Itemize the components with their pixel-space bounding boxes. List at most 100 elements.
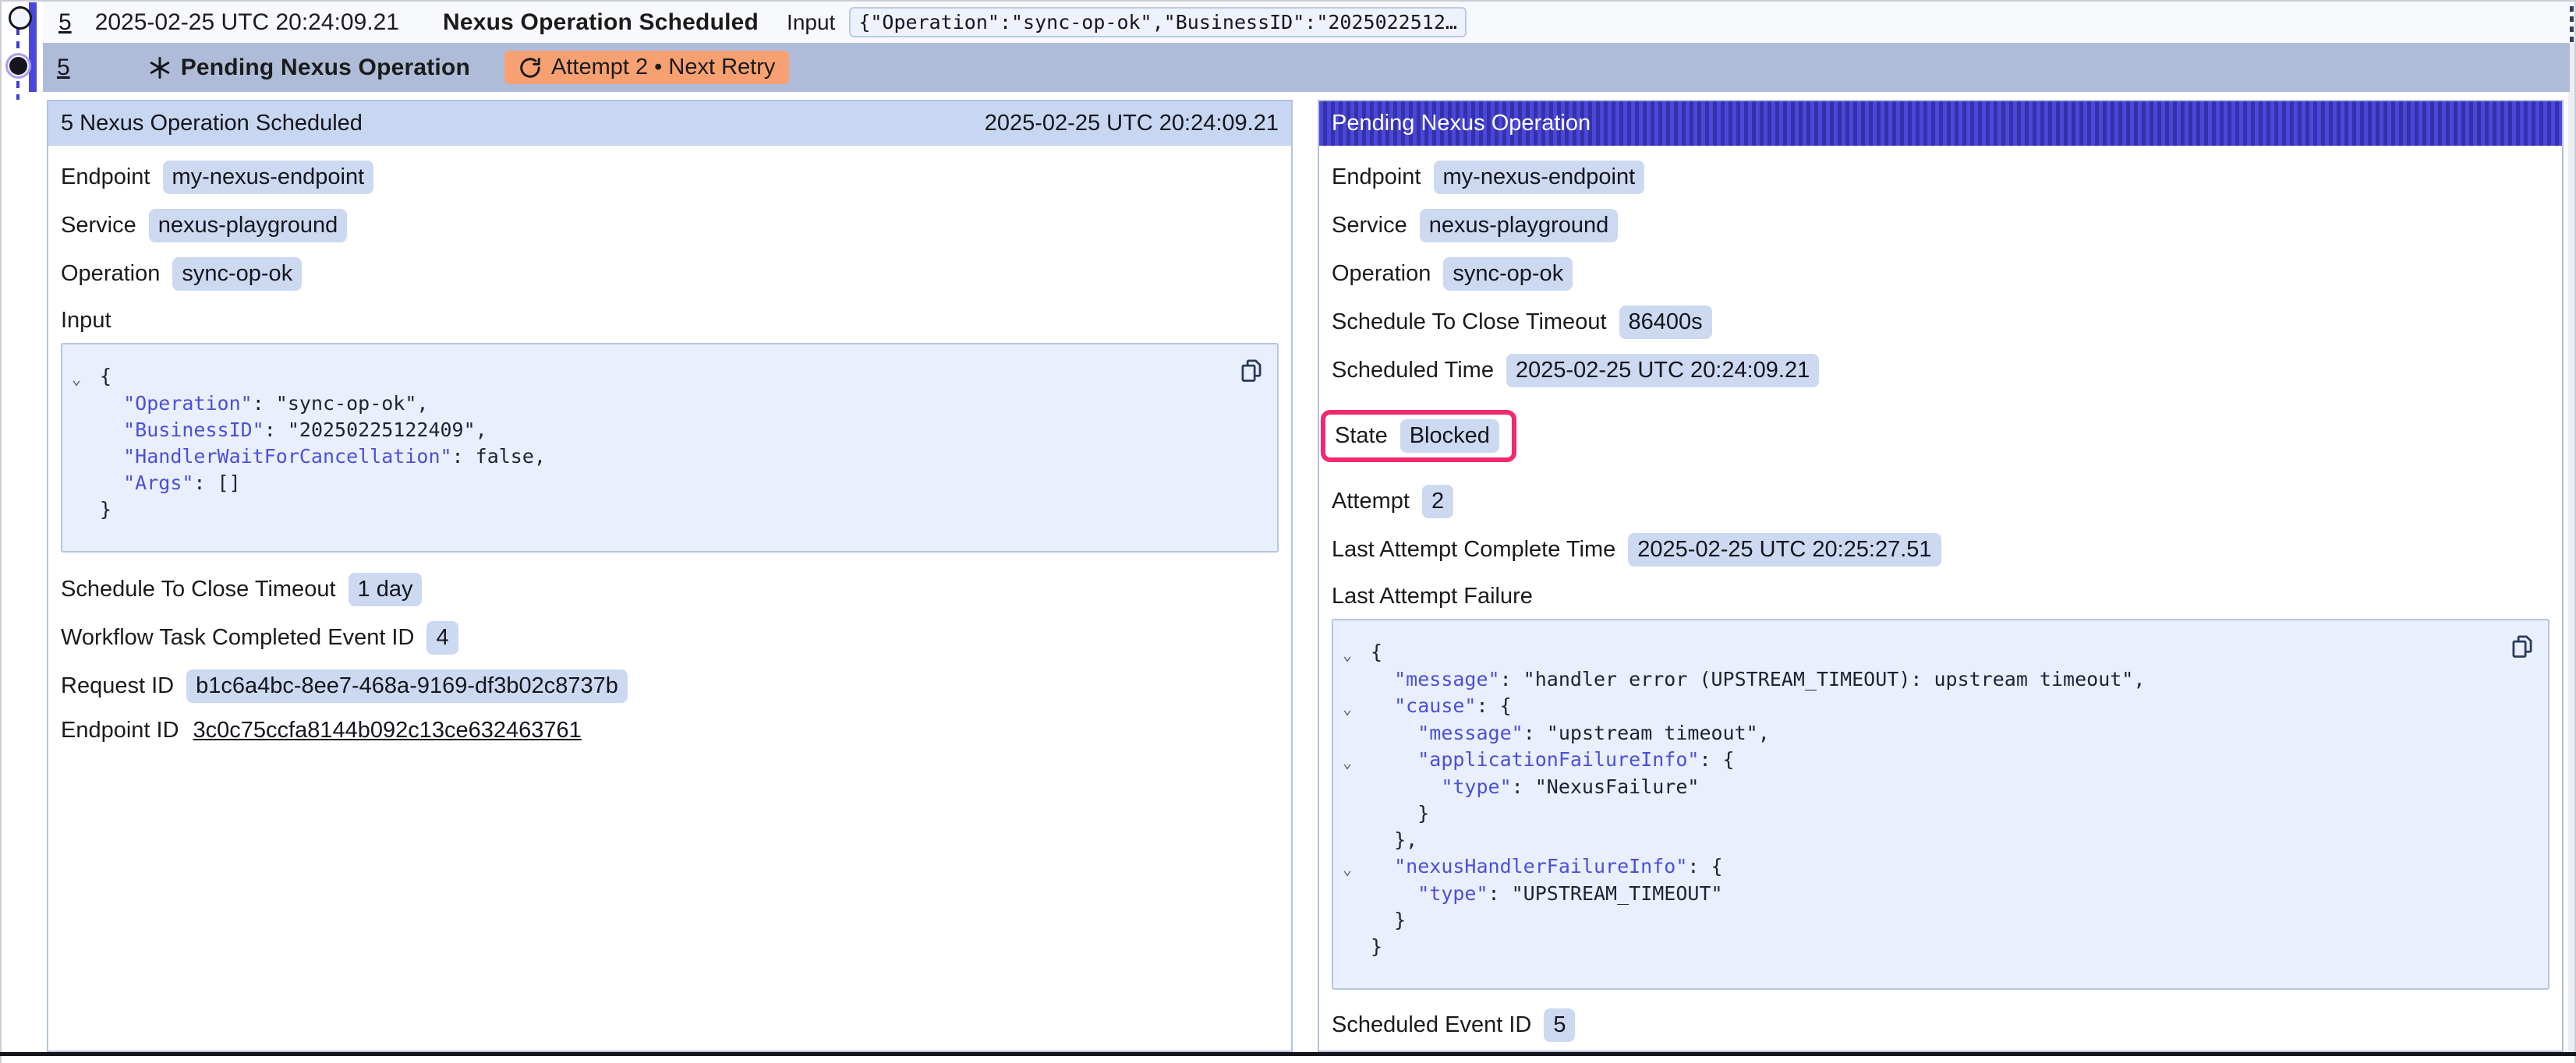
field-scheduled-time: Scheduled Time 2025-02-25 UTC 20:24:09.2… (1332, 354, 2562, 387)
event-input-preview-chip[interactable]: {"Operation":"sync-op-ok","BusinessID":"… (849, 7, 1467, 37)
json-text (1371, 668, 1394, 690)
json-text: } (1371, 909, 1406, 931)
event-id-link[interactable]: 5 (58, 9, 72, 36)
json-text: } (100, 498, 111, 521)
json-key: "Args" (123, 471, 193, 494)
field-label: Endpoint (61, 164, 150, 190)
json-text (100, 445, 123, 468)
attempt-retry-badge: Attempt 2 • Next Retry (504, 51, 789, 84)
json-line: } (1343, 934, 2532, 960)
field-schedule-to-close-timeout: Schedule To Close Timeout 86400s (1332, 305, 2562, 339)
field-scheduled-event-id: Scheduled Event ID 5 (1332, 1008, 2562, 1042)
json-value: : [] (193, 471, 240, 494)
json-line: "type": "NexusFailure" (1343, 774, 2532, 800)
json-line: } (1343, 800, 2532, 827)
field-value-badge: 4 (426, 621, 458, 655)
event-row-nexus-operation-scheduled[interactable]: 5 2025-02-25 UTC 20:24:09.21 Nexus Opera… (43, 2, 2570, 43)
json-value: : "UPSTREAM_TIMEOUT" (1488, 882, 1723, 905)
scheduled-event-detail-panel: 5 Nexus Operation Scheduled 2025-02-25 U… (47, 100, 1293, 1052)
json-text (1371, 855, 1394, 878)
json-key: "cause" (1394, 694, 1476, 717)
json-text (1371, 882, 1417, 905)
json-line: ⌄{ (72, 363, 1261, 390)
collapse-chevron-icon[interactable]: ⌄ (72, 366, 100, 392)
json-text: } (1371, 935, 1382, 958)
collapse-chevron-icon[interactable]: ⌄ (1343, 641, 1371, 668)
json-text (1371, 748, 1417, 771)
scheduled-panel-header: 5 Nexus Operation Scheduled 2025-02-25 U… (48, 101, 1291, 146)
pending-event-title: Pending Nexus Operation (181, 55, 470, 81)
json-value: : "upstream timeout", (1523, 722, 1770, 744)
scrollbar-thumb[interactable] (2570, 6, 2574, 45)
input-json-viewer: ⌄{ "Operation": "sync-op-ok", "BusinessI… (61, 343, 1279, 553)
json-line: "HandlerWaitForCancellation": false, (72, 443, 1261, 470)
json-key: "type" (1417, 882, 1488, 905)
json-text (100, 471, 123, 494)
field-label: Last Attempt Complete Time (1332, 537, 1615, 563)
json-value: : "20250225122409", (264, 418, 487, 441)
field-value-badge: 5 (1544, 1008, 1575, 1042)
json-line: ⌄ "cause": { (1343, 693, 2532, 720)
copy-icon[interactable] (1238, 357, 1265, 385)
event-row-pending-nexus-operation[interactable]: 5 Pending Nexus Operation Attempt 2 • Ne… (43, 43, 2570, 92)
json-value: : { (1687, 855, 1722, 878)
field-label: Service (1332, 213, 1407, 238)
field-value-badge: 2025-02-25 UTC 20:25:27.51 (1628, 533, 1941, 567)
field-label: Operation (1332, 261, 1431, 287)
field-label: Schedule To Close Timeout (1332, 309, 1607, 335)
window-left-border (0, 0, 2, 1063)
collapse-chevron-icon[interactable]: ⌄ (1343, 749, 1371, 775)
field-label: Endpoint ID (61, 718, 179, 743)
json-value: : "handler error (UPSTREAM_TIMEOUT): ups… (1500, 668, 2146, 690)
scrollbar-track[interactable] (2568, 43, 2574, 1052)
json-line: "type": "UPSTREAM_TIMEOUT" (1343, 881, 2532, 907)
field-operation: Operation sync-op-ok (61, 257, 1291, 291)
field-service: Service nexus-playground (61, 209, 1291, 242)
field-operation: Operation sync-op-ok (1332, 257, 2562, 291)
pending-operation-detail-panel: Pending Nexus Operation Endpoint my-nexu… (1318, 100, 2564, 1052)
json-line: } (72, 496, 1261, 523)
field-label: Endpoint (1332, 164, 1421, 190)
field-label: Operation (61, 261, 160, 287)
json-text: }, (1371, 828, 1417, 851)
json-text (1371, 775, 1441, 798)
collapse-chevron-icon[interactable]: ⌄ (1343, 856, 1371, 882)
pending-operation-asterisk-icon (148, 56, 172, 79)
json-value: : false, (452, 445, 546, 468)
json-key: "Operation" (123, 392, 253, 415)
field-endpoint: Endpoint my-nexus-endpoint (1332, 161, 2562, 194)
field-label: Attempt (1332, 489, 1410, 514)
json-key: "message" (1394, 668, 1499, 690)
collapse-chevron-icon[interactable]: ⌄ (1343, 695, 1371, 722)
json-value: : { (1699, 748, 1734, 771)
copy-icon[interactable] (2509, 633, 2535, 661)
json-text (100, 418, 123, 441)
failure-json-viewer: ⌄{ "message": "handler error (UPSTREAM_T… (1332, 619, 2549, 990)
scheduled-panel-title: 5 Nexus Operation Scheduled (61, 111, 363, 136)
endpoint-id-link[interactable]: 3c0c75ccfa8144b092c13ce632463761 (193, 718, 582, 743)
json-line: ⌄{ (1343, 639, 2532, 666)
attempt-retry-label: Attempt 2 • Next Retry (551, 55, 775, 80)
field-workflow-task-completed-event-id: Workflow Task Completed Event ID 4 (61, 621, 1291, 655)
json-key: "message" (1417, 722, 1523, 744)
json-text (1371, 722, 1417, 744)
field-label: Request ID (61, 673, 174, 699)
json-value: : { (1476, 694, 1511, 717)
field-value-badge: 2025-02-25 UTC 20:24:09.21 (1506, 354, 1819, 387)
pending-panel-title: Pending Nexus Operation (1332, 111, 1591, 136)
field-label: Service (61, 213, 136, 238)
field-value-badge: 1 day (349, 573, 423, 606)
field-value-badge: 2 (1422, 485, 1453, 518)
field-value-badge: nexus-playground (149, 209, 348, 242)
json-key: "applicationFailureInfo" (1417, 748, 1699, 771)
field-label: State (1335, 423, 1388, 449)
json-line: "Operation": "sync-op-ok", (72, 390, 1261, 417)
json-text (100, 392, 123, 415)
field-attempt: Attempt 2 (1332, 485, 2562, 518)
json-line: "message": "upstream timeout", (1343, 720, 2532, 747)
event-input-label: Input (787, 10, 835, 35)
field-value-badge: my-nexus-endpoint (163, 161, 374, 194)
event-id-link[interactable]: 5 (57, 55, 70, 81)
json-line: "message": "handler error (UPSTREAM_TIME… (1343, 666, 2532, 693)
field-value-badge: sync-op-ok (172, 257, 302, 291)
